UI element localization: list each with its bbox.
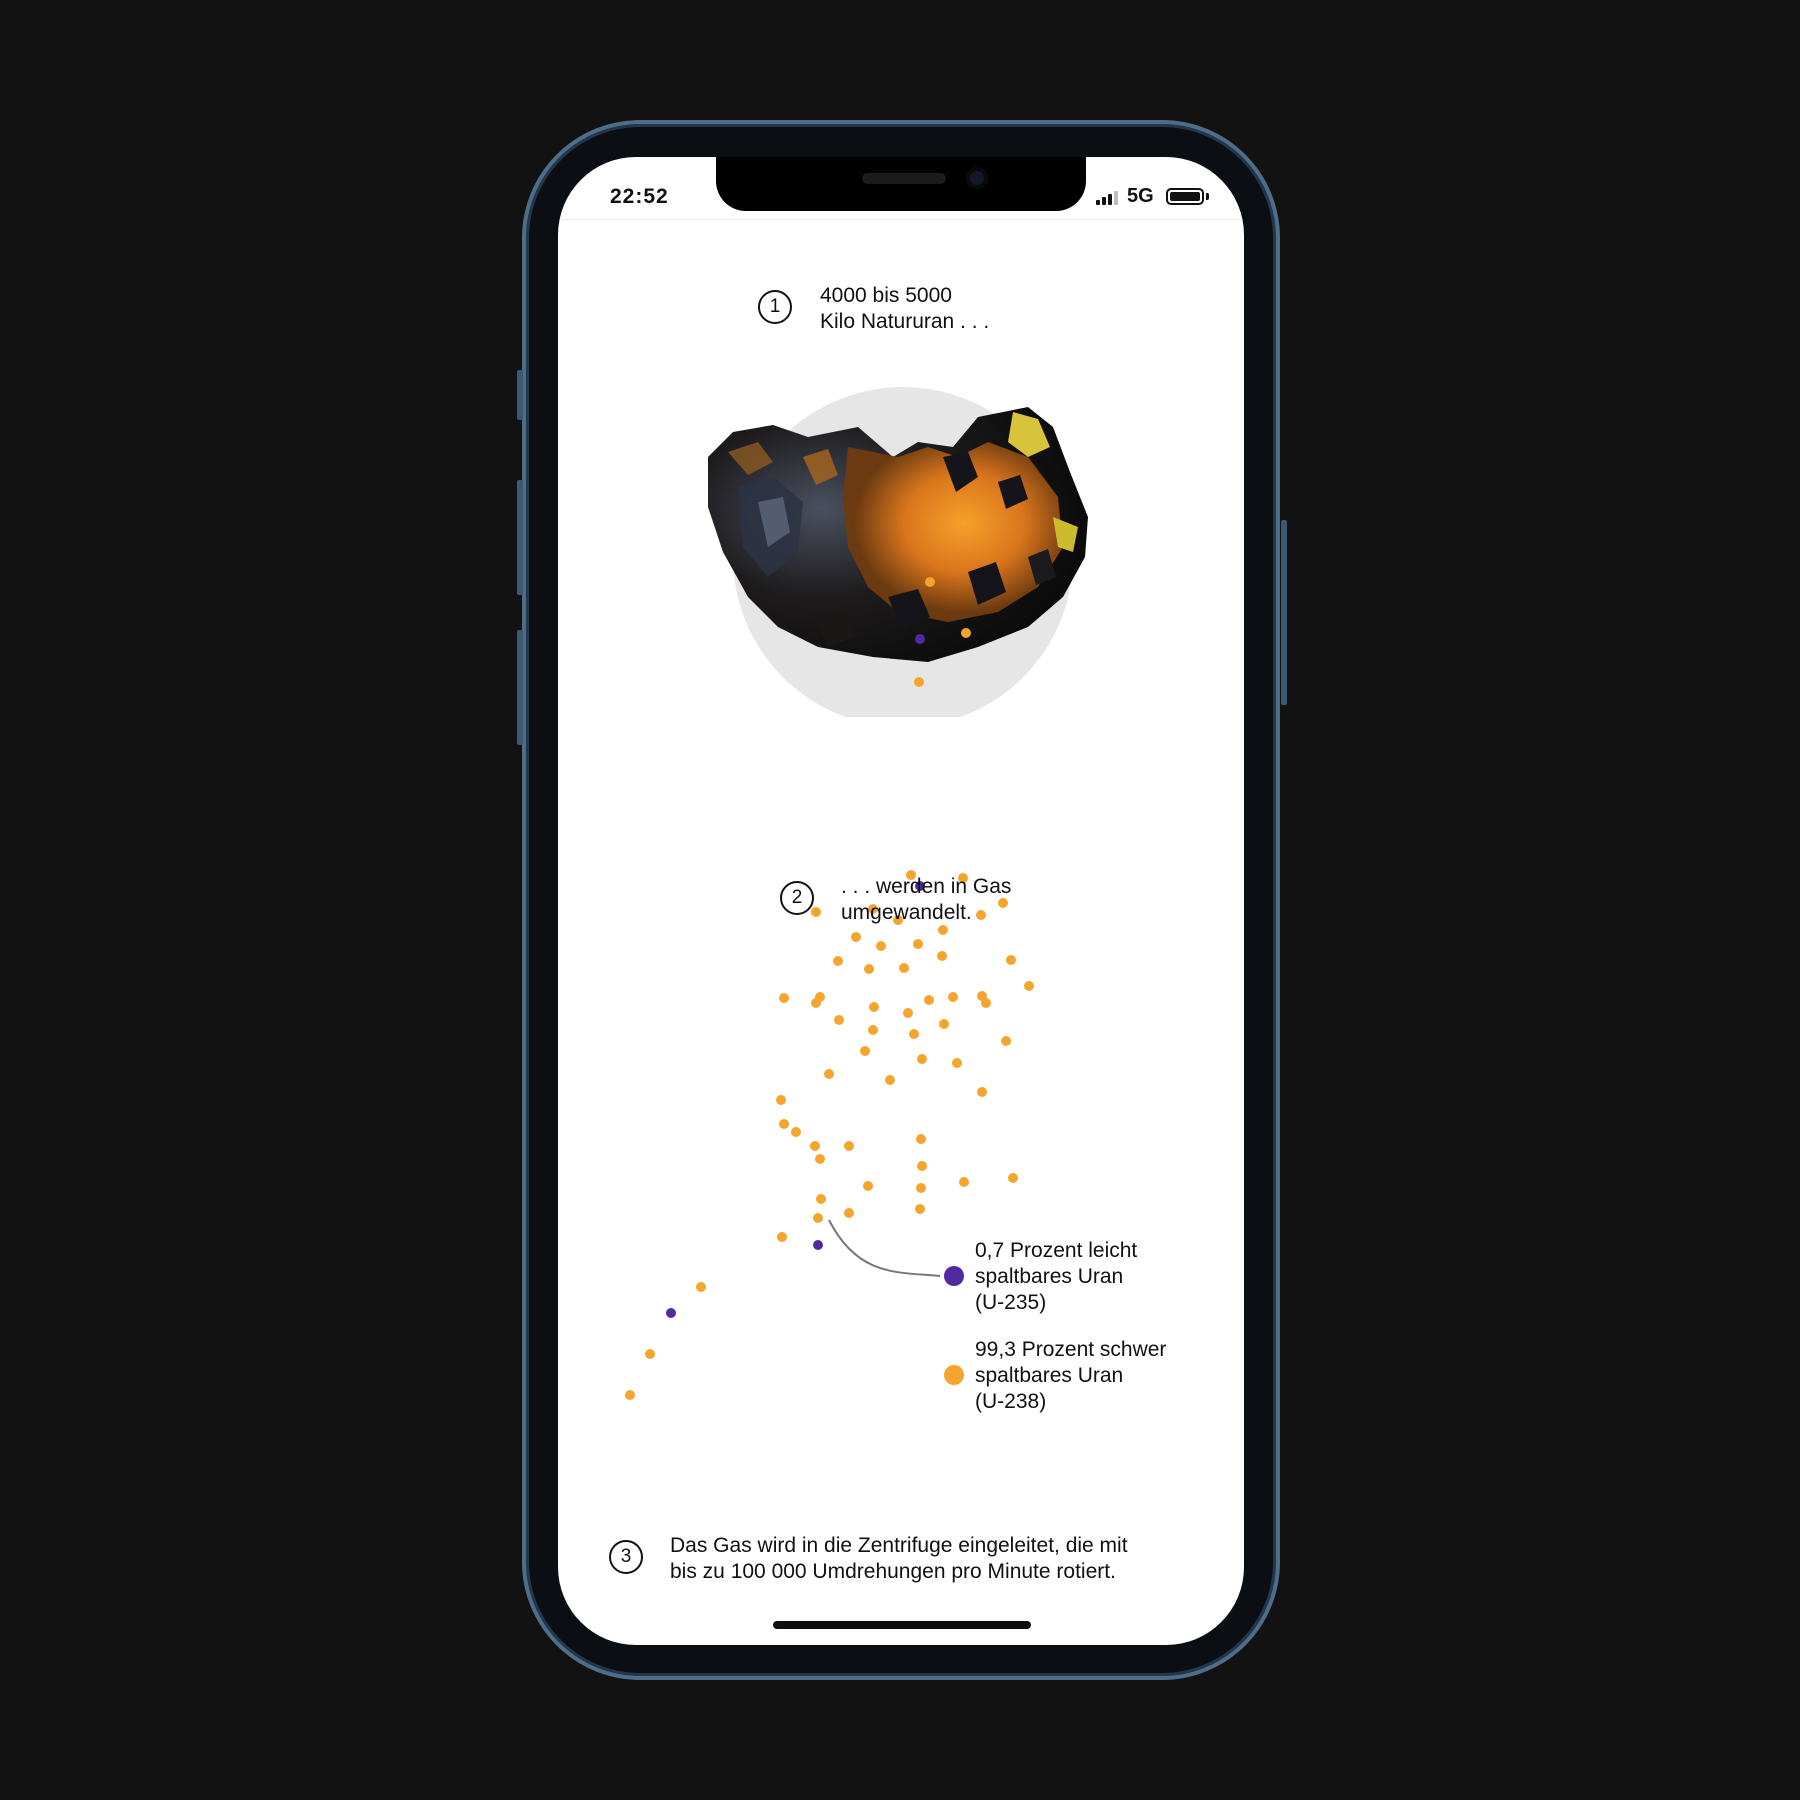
legend-u235-line-2: spaltbares Uran [975,1265,1124,1288]
legend-u238-line-2: spaltbares Uran [975,1364,1124,1387]
step-3-line-1: Das Gas wird in die Zentrifuge eingeleit… [670,1534,1128,1557]
legend-u235-line-1: 0,7 Prozent leicht [975,1239,1138,1262]
legend-connector [828,1219,941,1277]
legend-u238-line-3: (U-238) [975,1390,1047,1413]
mute-switch [517,370,523,420]
step-3-line-2: bis zu 100 000 Umdrehungen pro Minute ro… [670,1560,1116,1583]
volume-up-button [517,480,523,595]
home-indicator [773,1621,1031,1629]
volume-down-button [517,630,523,745]
legend-u235-line-3: (U-235) [975,1291,1047,1314]
step-3-number: 3 [609,1540,643,1574]
phone-screen: 22:52 5G 1 4000 bis 5000 Kilo Natururan … [558,157,1244,1645]
legend-u238-line-1: 99,3 Prozent schwer [975,1338,1167,1361]
power-button [1281,520,1287,705]
connector-line [828,1219,941,1277]
legend-u238-dot [944,1365,964,1385]
legend-u235-dot [944,1266,964,1286]
